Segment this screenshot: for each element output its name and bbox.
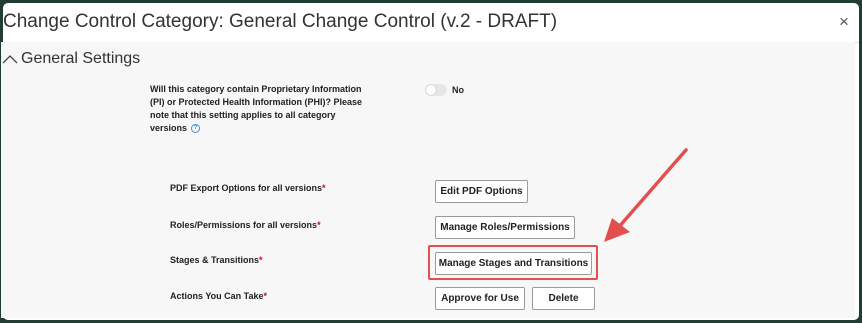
dialog-title: Change Control Category: General Change … [3, 11, 558, 32]
section-toggle[interactable]: General Settings [2, 50, 140, 68]
delete-button[interactable]: Delete [532, 287, 595, 310]
pdf-export-label-text: PDF Export Options for all versions [170, 183, 323, 193]
roles-permissions-label-text: Roles/Permissions for all versions [170, 220, 318, 230]
approve-for-use-button[interactable]: Approve for Use [435, 287, 525, 310]
required-marker: * [317, 220, 321, 230]
pi-setting-label: Will this category contain Proprietary I… [150, 83, 365, 135]
actions-label: Actions You Can Take* [170, 291, 267, 301]
required-marker: * [259, 255, 263, 265]
roles-permissions-label: Roles/Permissions for all versions* [170, 220, 321, 230]
pdf-export-label: PDF Export Options for all versions* [170, 183, 326, 193]
manage-roles-permissions-button[interactable]: Manage Roles/Permissions [435, 216, 575, 239]
dialog-header: Change Control Category: General Change … [3, 3, 859, 43]
pi-toggle-switch[interactable] [425, 84, 447, 96]
stages-transitions-label: Stages & Transitions* [170, 255, 263, 265]
required-marker: * [263, 291, 268, 301]
manage-stages-transitions-button[interactable]: Manage Stages and Transitions [435, 252, 592, 275]
section-title: General Settings [21, 50, 141, 67]
actions-label-text: Actions You Can Take [170, 291, 264, 301]
toggle-knob [426, 85, 436, 95]
help-icon[interactable]: ? [191, 124, 201, 134]
stages-transitions-label-text: Stages & Transitions [170, 255, 260, 265]
pi-toggle-value: No [452, 85, 464, 95]
close-icon[interactable]: × [835, 13, 853, 31]
required-marker: * [322, 183, 326, 193]
edit-pdf-options-button[interactable]: Edit PDF Options [435, 180, 528, 203]
pi-setting-text: Will this category contain Proprietary I… [150, 84, 363, 133]
annotation-arrow-icon [604, 148, 688, 242]
chevron-up-icon [2, 55, 18, 64]
